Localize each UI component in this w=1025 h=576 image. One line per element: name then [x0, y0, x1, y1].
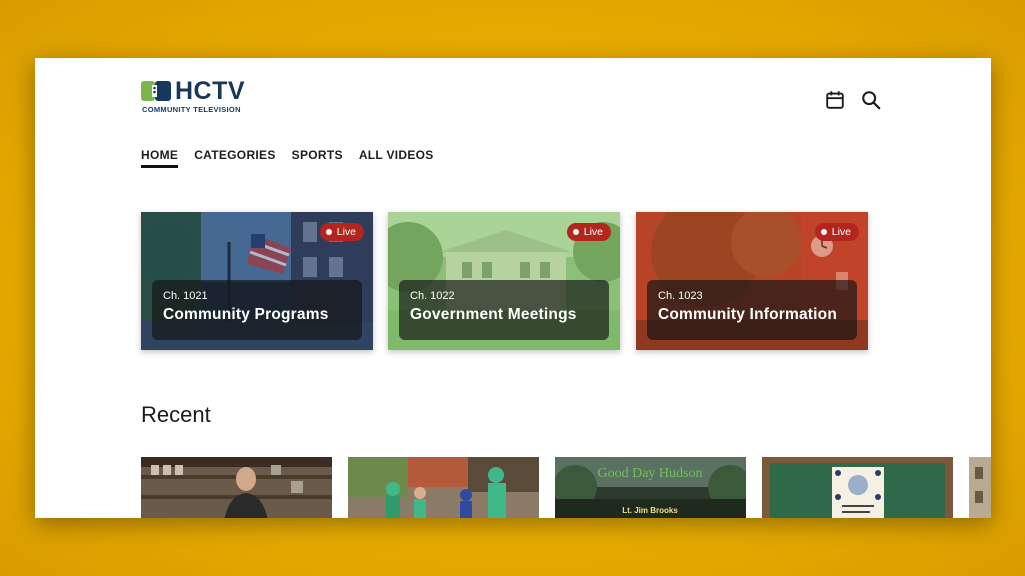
- live-badge-label: Live: [336, 226, 356, 238]
- recent-video-thumbnail[interactable]: [348, 457, 539, 518]
- calendar-icon[interactable]: [824, 89, 846, 111]
- channel-info-overlay: Ch. 1021 Community Programs: [152, 280, 362, 340]
- partial-thumbnail-image: [969, 457, 991, 518]
- nav-home[interactable]: HOME: [141, 148, 179, 168]
- app-window: HCTV COMMUNITY TELEVISION HOME CATEGORIE…: [35, 58, 991, 518]
- recent-heading: Recent: [141, 402, 211, 427]
- channel-card-community-information[interactable]: Live Ch. 1023 Community Information: [636, 212, 868, 350]
- live-badge: Live: [319, 223, 364, 241]
- logo-mark-icon: [141, 81, 171, 101]
- recent-video-thumbnail[interactable]: [969, 457, 991, 518]
- live-badge: Live: [566, 223, 611, 241]
- channel-card-community-programs[interactable]: Live Ch. 1021 Community Programs: [141, 212, 373, 350]
- channel-number: Ch. 1022: [410, 290, 455, 302]
- live-badge-label: Live: [583, 226, 603, 238]
- channel-info-overlay: Ch. 1023 Community Information: [647, 280, 857, 340]
- parade-image: [348, 457, 539, 518]
- nav-sports[interactable]: SPORTS: [292, 148, 343, 168]
- channel-title: Community Programs: [163, 306, 329, 323]
- live-dot-icon: [820, 229, 827, 235]
- channel-title: Community Information: [658, 306, 837, 323]
- live-dot-icon: [325, 229, 332, 235]
- logo-text: HCTV: [175, 77, 246, 105]
- search-icon[interactable]: [860, 89, 882, 111]
- thumbnail-title: Good Day Hudson: [598, 466, 703, 481]
- good-day-hudson-image: Good Day Hudson Lt. Jim Brooks: [555, 457, 746, 518]
- live-badge-label: Live: [831, 226, 851, 238]
- nav-categories[interactable]: CATEGORIES: [194, 148, 275, 168]
- channel-number: Ch. 1023: [658, 290, 703, 302]
- nav-all-videos[interactable]: ALL VIDEOS: [359, 148, 434, 168]
- recent-video-thumbnail[interactable]: Good Day Hudson Lt. Jim Brooks: [555, 457, 746, 518]
- thumbnail-caption: Lt. Jim Brooks: [622, 506, 678, 515]
- logo-subtitle: COMMUNITY TELEVISION: [142, 105, 241, 114]
- channel-info-overlay: Ch. 1022 Government Meetings: [399, 280, 609, 340]
- hctv-logo[interactable]: HCTV COMMUNITY TELEVISION: [141, 77, 271, 116]
- channel-card-government-meetings[interactable]: Live Ch. 1022 Government Meetings: [388, 212, 620, 350]
- workshop-interview-image: [141, 457, 332, 518]
- main-nav: HOME CATEGORIES SPORTS ALL VIDEOS: [141, 148, 434, 168]
- recent-video-thumbnail[interactable]: [762, 457, 953, 518]
- channel-number: Ch. 1021: [163, 290, 208, 302]
- live-dot-icon: [572, 229, 579, 235]
- recent-video-thumbnail[interactable]: [141, 457, 332, 518]
- channel-title: Government Meetings: [410, 306, 577, 323]
- live-badge: Live: [814, 223, 859, 241]
- chalkboard-notice-image: [762, 457, 953, 518]
